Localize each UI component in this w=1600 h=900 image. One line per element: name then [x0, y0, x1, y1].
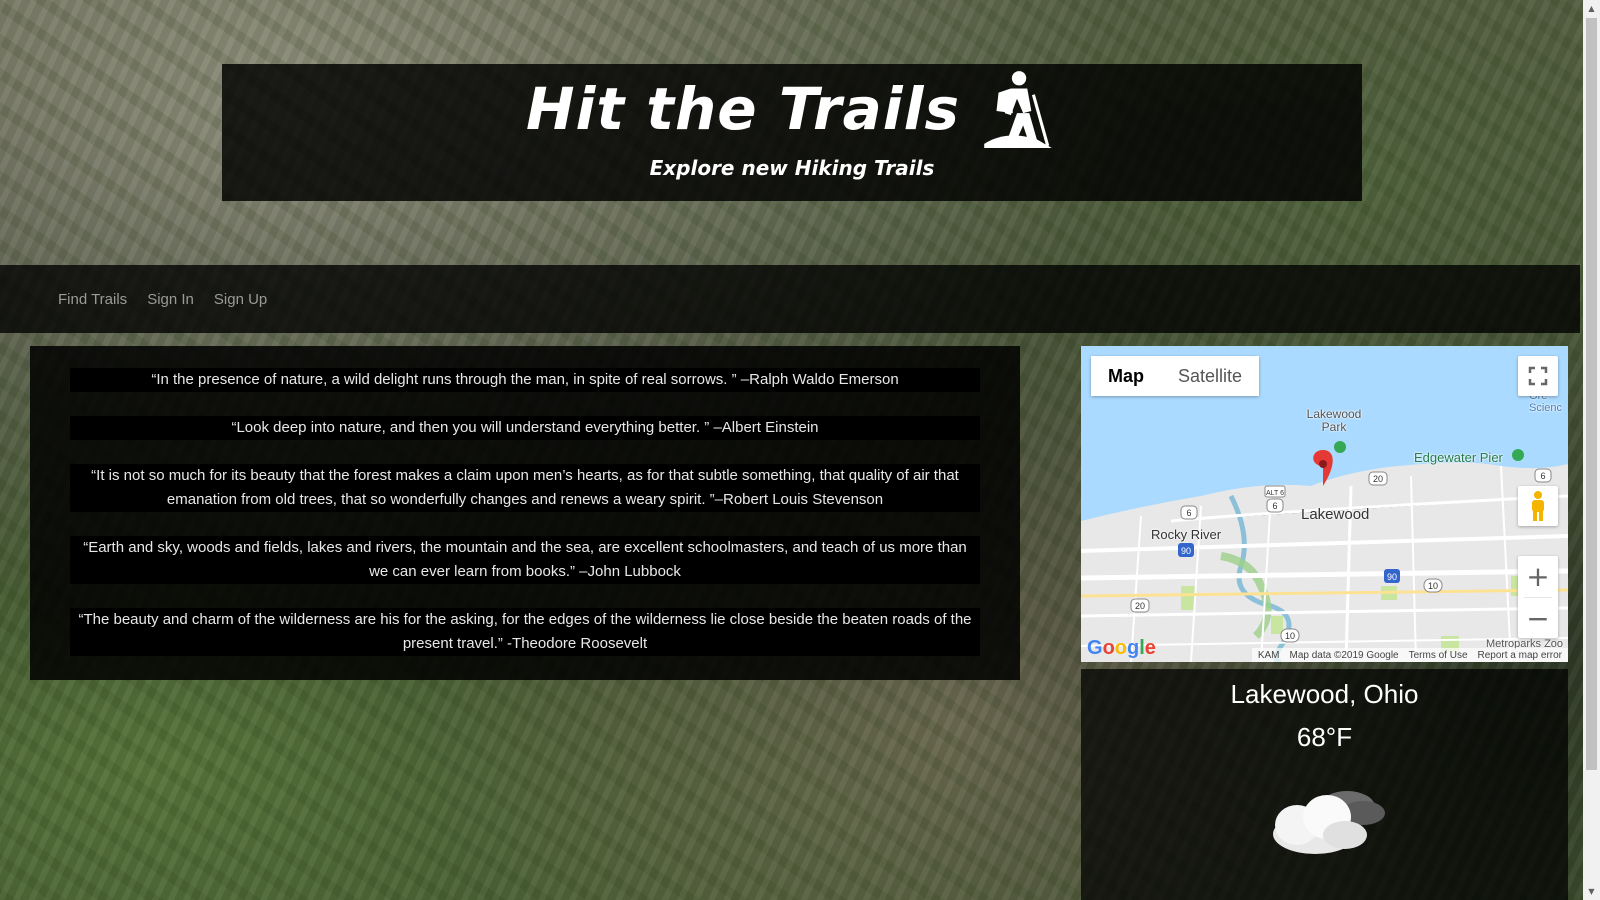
partly-cloudy-icon: [1272, 791, 1385, 854]
pegman-button[interactable]: [1518, 486, 1558, 526]
map-type-map-button[interactable]: Map: [1091, 356, 1161, 396]
zoom-control: + −: [1518, 556, 1558, 638]
scroll-thumb[interactable]: [1586, 18, 1597, 770]
map-data-credit: Map data ©2019 Google: [1289, 649, 1399, 661]
shield-20-south: 20: [1135, 601, 1145, 611]
shield-i90-west: 90: [1181, 546, 1191, 556]
weather-panel: Lakewood, Ohio 68°F: [1081, 669, 1568, 900]
weather-city: Lakewood, Ohio: [1230, 679, 1419, 709]
weather-temp: 68°F: [1296, 722, 1353, 752]
quote-emerson: “In the presence of nature, a wild delig…: [70, 368, 980, 392]
map-terms-link[interactable]: Terms of Use: [1409, 650, 1468, 661]
quotes-panel: “In the presence of nature, a wild delig…: [30, 346, 1020, 680]
fullscreen-icon: [1528, 366, 1548, 386]
map-footer: KAM Map data ©2019 Google Terms of Use R…: [1251, 648, 1568, 662]
site-title: Hit the Trails: [526, 68, 1058, 150]
site-header: Hit the Trails Explore new Hiking Trails: [222, 64, 1362, 201]
quote-stevenson: “It is not so much for its beauty that t…: [70, 464, 980, 512]
site-subtitle: Explore new Hiking Trails: [649, 156, 935, 180]
shield-10-south: 10: [1285, 631, 1295, 641]
google-logo[interactable]: Google: [1087, 637, 1156, 660]
shield-20-north: 20: [1373, 474, 1383, 484]
navbar: Find Trails Sign In Sign Up: [0, 265, 1580, 333]
map-type-control: Map Satellite: [1091, 356, 1260, 396]
quote-roosevelt: “The beauty and charm of the wilderness …: [70, 608, 980, 656]
pegman-icon: [1532, 491, 1544, 521]
shield-alt6: ALT 6: [1266, 490, 1284, 497]
map-kam: KAM: [1257, 649, 1280, 661]
map-label-lakewood-park: Lakewood Park: [1306, 407, 1362, 434]
quote-lubbock: “Earth and sky, woods and fields, lakes …: [70, 536, 980, 584]
map-type-satellite-button[interactable]: Satellite: [1161, 356, 1260, 396]
shield-6-west: 6: [1186, 508, 1191, 518]
quote-einstein: “Look deep into nature, and then you wil…: [70, 416, 980, 440]
google-map[interactable]: 20 6 6 ALT 6 90 90 10 20 10 6 Lakewood P…: [1081, 346, 1568, 662]
hiker-icon: [984, 71, 1052, 148]
zoom-out-button[interactable]: −: [1518, 598, 1558, 639]
scroll-up-arrow[interactable]: ▲: [1583, 0, 1600, 17]
scroll-down-arrow[interactable]: ▼: [1583, 883, 1600, 900]
map-label-edgewater: Edgewater Pier: [1414, 450, 1503, 465]
map-report-link[interactable]: Report a map error: [1478, 650, 1562, 661]
fullscreen-button[interactable]: [1518, 356, 1558, 396]
shield-6-alt: 6: [1272, 501, 1277, 511]
map-label-lakewood: Lakewood: [1301, 506, 1370, 523]
nav-find-trails[interactable]: Find Trails: [58, 291, 127, 308]
shield-i90-east: 90: [1387, 572, 1397, 582]
shield-10-east: 10: [1428, 581, 1438, 591]
shield-6-east: 6: [1540, 471, 1545, 481]
map-label-rocky-river: Rocky River: [1151, 527, 1222, 542]
page-scrollbar[interactable]: ▲ ▼: [1583, 0, 1600, 900]
nav-sign-up[interactable]: Sign Up: [214, 291, 267, 308]
nav-sign-in[interactable]: Sign In: [147, 291, 194, 308]
zoom-in-button[interactable]: +: [1518, 556, 1558, 597]
